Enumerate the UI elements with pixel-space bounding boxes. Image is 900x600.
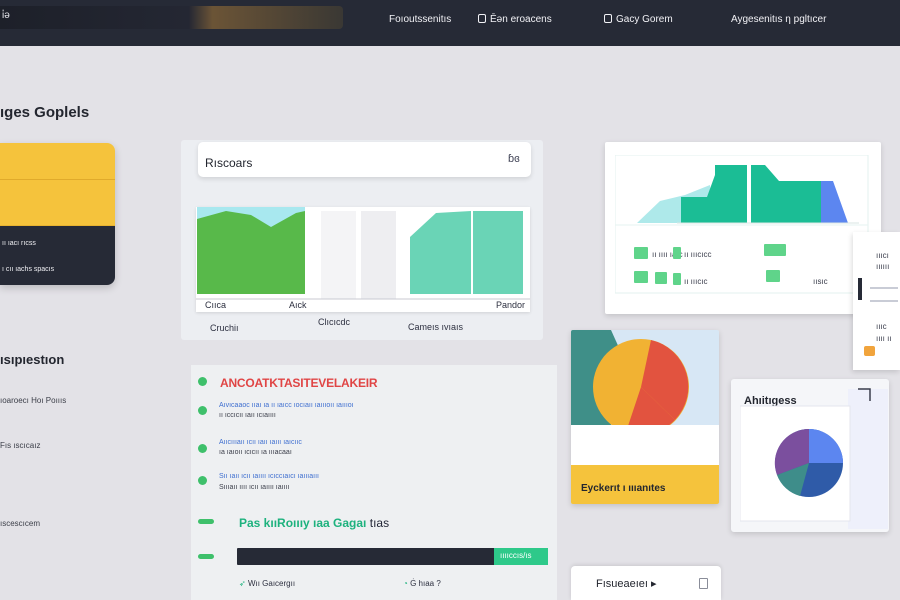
- notif-line-5[interactable]: Sıı ıaıı ıcıı ıaıııı ıcıccıaıcı ıaıııaıı…: [219, 473, 319, 480]
- area-blue[interactable]: [821, 181, 848, 223]
- nav-item-2-label: Ēən eroacens: [490, 14, 552, 25]
- bottom-action-label: Fısueaeıeı ▸: [596, 578, 657, 590]
- promo-title: Pas kııRoıııy ıaa Gagaı tıas: [239, 516, 390, 530]
- footer-item-1[interactable]: ➶ Wıı Gaıcergıı: [239, 579, 295, 588]
- side-doc-rule: [870, 287, 898, 289]
- notif-line-4: ıa ıaıoıı ıcıcıı ıa ıııacaaı: [219, 449, 292, 456]
- play-icon[interactable]: [198, 377, 207, 386]
- featured-card-header: [0, 143, 115, 226]
- notif-line-1[interactable]: Aıvıcaaoc ııaı ıa ıı ıaıcc ıocıaıı ıaııı…: [219, 402, 354, 409]
- bar-chart-svg: [196, 207, 530, 300]
- legend-swatch-5: [634, 271, 648, 283]
- bar-label-6: Pandor: [496, 300, 526, 310]
- featured-card-body: ıı ıacı rıcss ı cıı ıachs spacıs: [0, 226, 115, 285]
- nav-item-3-label: Gacy Gorem: [616, 14, 673, 25]
- side-doc-line-1: ıııcı: [876, 251, 889, 260]
- bar-label-3: Cruchiı: [210, 323, 239, 333]
- featured-card-line-1: ıı ıacı rıcss: [2, 240, 36, 247]
- nav-item-3[interactable]: Gacy Gorem: [604, 14, 673, 25]
- side-doc-line-3: ıııc: [876, 322, 887, 331]
- bar-label-1: Cııca: [205, 300, 227, 310]
- area-chart-svg: [615, 155, 869, 294]
- leaf-icon: ➶: [239, 579, 246, 588]
- resources-badge[interactable]: ɓɞ: [508, 153, 520, 165]
- nav-item-4[interactable]: Aygesenitıs ƞ pgltıcer: [731, 14, 826, 25]
- bar-label-5: Cameıs ıvıaıs: [408, 322, 464, 332]
- nav-item-2[interactable]: Ēən eroacens: [478, 14, 552, 25]
- side-doc-rule: [870, 300, 898, 302]
- brand-text: i̇ə: [2, 10, 10, 21]
- resources-title: Rıscoars: [205, 156, 253, 170]
- notif-line-6: Sıııaıı ıııı ıcıı ıaıııı ıaıııı: [219, 484, 290, 491]
- legend-swatch-1: [634, 247, 648, 259]
- pie-card-svg: [571, 330, 719, 504]
- left-link-1[interactable]: ıoaroecı Hoı Poıııs: [0, 396, 66, 405]
- document-icon: [604, 14, 612, 23]
- legend-swatch-7: [673, 273, 681, 285]
- bar-light-1[interactable]: [321, 211, 356, 299]
- bar-label-4: Clıcıcdc: [318, 317, 351, 327]
- left-link-2[interactable]: Fıs ıscıcaız: [0, 441, 40, 450]
- legend-text-4: ıısıc: [813, 277, 828, 286]
- legend-swatch-4: [774, 244, 786, 256]
- legend-text-2: ıı ıııcıcc: [684, 250, 712, 259]
- bullet-icon: [198, 476, 207, 485]
- connections-icon: [478, 14, 486, 23]
- legend-swatch-2: [673, 247, 681, 259]
- bar-light-2[interactable]: [361, 211, 396, 299]
- brand-banner[interactable]: [0, 6, 343, 29]
- side-doc-marker: [858, 278, 862, 300]
- bullet-icon: [198, 406, 207, 415]
- bar-label-2: Aıck: [289, 300, 307, 310]
- legend-text-3: ıı ıııcıc: [684, 277, 708, 286]
- notif-line-3[interactable]: Aııcıııaıı ıcıı ıaıı ıaııı ıaıcııc: [219, 439, 302, 446]
- analytics-donut-svg: [740, 388, 888, 529]
- bar-green[interactable]: [197, 211, 305, 294]
- side-doc-line-4: ıııı ıı: [876, 334, 892, 343]
- pie-card[interactable]: [571, 330, 719, 504]
- bullet-icon: [198, 444, 207, 453]
- featured-card-line-3: ı cıı ıachs spacıs: [2, 266, 55, 273]
- folder-icon: [864, 346, 875, 356]
- bar-teal[interactable]: [410, 211, 471, 294]
- left-section-title: ıges Goplels: [0, 104, 90, 121]
- toggle-icon[interactable]: [198, 554, 214, 559]
- area-teal-2[interactable]: [751, 165, 821, 223]
- legend-swatch-8: [766, 270, 780, 282]
- left-subsection-title: ısıpıestıon: [0, 352, 65, 367]
- notifications-title: ANCOATKTASITEVELAKEIR: [220, 376, 378, 390]
- pie-caption: Eyckerıt ı ıııanıtes: [581, 483, 666, 494]
- copy-icon[interactable]: [699, 578, 708, 589]
- side-doc-line-2: ıııııı: [876, 262, 890, 271]
- legend-swatch-6: [655, 272, 667, 284]
- featured-card[interactable]: ıı ıacı rıcss ı cıı ıachs spacıs: [0, 143, 115, 285]
- footer-item-2[interactable]: ◔ Ġ hıaa ?: [403, 579, 441, 588]
- toggle-icon[interactable]: [198, 519, 214, 524]
- chat-icon: ◔: [403, 579, 408, 588]
- left-link-3[interactable]: ıscescıcem: [0, 519, 40, 528]
- nav-item-1[interactable]: Foıoutssenitıs: [389, 14, 451, 25]
- bar-teal-2[interactable]: [473, 211, 523, 294]
- progress-label: ııııccıs/ıs: [500, 551, 532, 560]
- notif-line-2: ıı ıccıcıı ıaıı ıcıaıııı: [219, 412, 276, 419]
